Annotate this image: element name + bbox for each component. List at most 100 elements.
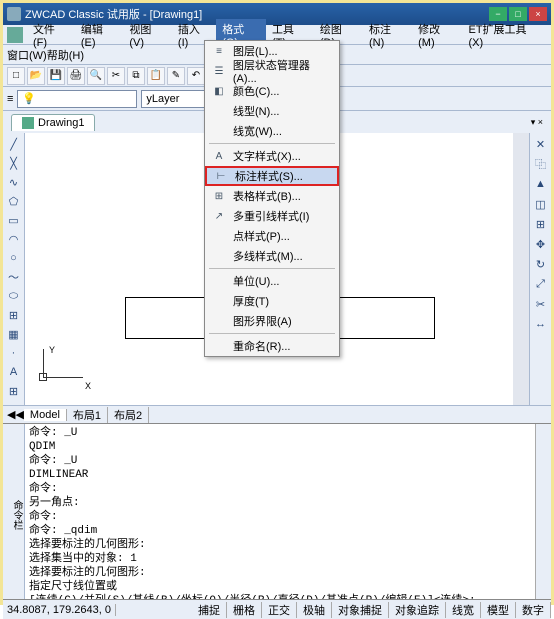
- status-buttons: 捕捉栅格正交极轴对象捕捉对象追踪线宽模型数字: [192, 602, 551, 618]
- x-label: X: [85, 381, 91, 391]
- ucs-x-axis: [43, 377, 83, 378]
- preview-icon[interactable]: 🔍: [87, 67, 105, 85]
- dropdown-label: 图层状态管理器(A)...: [233, 57, 333, 85]
- hatch-icon[interactable]: ▦: [5, 325, 23, 343]
- tab-nav-left[interactable]: ◀◀: [7, 408, 24, 421]
- scale-icon[interactable]: ⤢: [532, 275, 550, 293]
- dropdown-label: 点样式(P)...: [233, 228, 290, 244]
- model-layout-tabs: ◀◀ Model 布局1 布局2: [3, 405, 551, 423]
- copy-obj-icon[interactable]: ⿻: [532, 155, 550, 173]
- save-icon[interactable]: 💾: [47, 67, 65, 85]
- tab-layout2[interactable]: 布局2: [108, 407, 149, 423]
- laystate-icon: ☰: [211, 63, 227, 79]
- blank-icon: [211, 103, 227, 119]
- cmd-scrollbar[interactable]: [535, 424, 551, 599]
- menu-dropdown-item[interactable]: 图形界限(A): [205, 311, 339, 331]
- text-icon[interactable]: A: [5, 363, 23, 381]
- menu-dropdown-item[interactable]: 单位(U)...: [205, 271, 339, 291]
- dropdown-label: 表格样式(B)...: [233, 188, 301, 204]
- cut-icon[interactable]: ✂: [107, 67, 125, 85]
- menu-dropdown-item[interactable]: ↗多重引线样式(I): [205, 206, 339, 226]
- blank-icon: [211, 273, 227, 289]
- layer-mgr-icon[interactable]: ≡: [7, 93, 13, 105]
- dropdown-label: 单位(U)...: [233, 273, 279, 289]
- status-toggle[interactable]: 对象追踪: [389, 602, 446, 618]
- command-history[interactable]: 命令: _U QDIM 命令: _U DIMLINEAR 命令: 另一角点: 命…: [25, 424, 535, 599]
- menu-dropdown-item[interactable]: 厚度(T): [205, 291, 339, 311]
- dropdown-label: 文字样式(X)...: [233, 148, 301, 164]
- draw-toolbar: ╱ ╳ ∿ ⬠ ▭ ◠ ○ 〜 ⬭ ⊞ ▦ · A ⊞: [3, 133, 25, 405]
- status-toggle[interactable]: 线宽: [446, 602, 481, 618]
- paste-icon[interactable]: 📋: [147, 67, 165, 85]
- tab-model[interactable]: Model: [24, 409, 67, 421]
- polygon-icon[interactable]: ⬠: [5, 192, 23, 210]
- rotate-icon[interactable]: ↻: [532, 255, 550, 273]
- command-side-label: 命令栏: [3, 424, 25, 599]
- menu-item[interactable]: ET扩展工具(X): [463, 19, 547, 51]
- move-icon[interactable]: ✥: [532, 235, 550, 253]
- menu-dropdown-item[interactable]: 多线样式(M)...: [205, 246, 339, 266]
- menu-dropdown-item[interactable]: ☰图层状态管理器(A)...: [205, 61, 339, 81]
- trim-icon[interactable]: ✂: [532, 295, 550, 313]
- line-icon[interactable]: ╱: [5, 135, 23, 153]
- status-toggle[interactable]: 正交: [262, 602, 297, 618]
- vertical-scrollbar[interactable]: [513, 133, 529, 405]
- menu-item[interactable]: 标注(N): [363, 19, 412, 51]
- doc-tab[interactable]: Drawing1: [11, 114, 95, 131]
- blank-icon: [211, 293, 227, 309]
- dropdown-label: 图形界限(A): [233, 313, 292, 329]
- doc-tab-label: Drawing1: [38, 117, 84, 129]
- y-label: Y: [49, 345, 55, 355]
- match-icon[interactable]: ✎: [167, 67, 185, 85]
- app-menu-icon[interactable]: [7, 27, 23, 43]
- array-icon[interactable]: ⊞: [532, 215, 550, 233]
- offset-icon[interactable]: ◫: [532, 195, 550, 213]
- modify-toolbar: ✕ ⿻ ▲ ◫ ⊞ ✥ ↻ ⤢ ✂ ↔: [529, 133, 551, 405]
- extend-icon[interactable]: ↔: [532, 315, 550, 333]
- menu-item[interactable]: 窗口(W): [7, 47, 47, 63]
- menu-item[interactable]: 视图(V): [123, 19, 172, 51]
- ellipse-icon[interactable]: ⬭: [5, 287, 23, 305]
- menu-dropdown-item[interactable]: 重命名(R)...: [205, 336, 339, 356]
- tab-layout1[interactable]: 布局1: [67, 407, 108, 423]
- menu-item[interactable]: 帮助(H): [47, 47, 84, 63]
- mirror-icon[interactable]: ▲: [532, 175, 550, 193]
- copy-icon[interactable]: ⧉: [127, 67, 145, 85]
- status-toggle[interactable]: 数字: [516, 602, 551, 618]
- pline-icon[interactable]: ∿: [5, 173, 23, 191]
- table-icon: ⊞: [211, 188, 227, 204]
- tab-nav[interactable]: ▾ ×: [531, 117, 543, 128]
- coordinates: 34.8087, 179.2643, 0: [3, 604, 116, 616]
- status-bar: 34.8087, 179.2643, 0 捕捉栅格正交极轴对象捕捉对象追踪线宽模…: [3, 599, 551, 619]
- linetype-value: yLayer: [146, 93, 179, 105]
- status-toggle[interactable]: 模型: [481, 602, 516, 618]
- xline-icon[interactable]: ╳: [5, 154, 23, 172]
- menu-dropdown-item[interactable]: A文字样式(X)...: [205, 146, 339, 166]
- menu-dropdown-item[interactable]: 线宽(W)...: [205, 121, 339, 141]
- status-toggle[interactable]: 捕捉: [192, 602, 227, 618]
- rect-icon[interactable]: ▭: [5, 211, 23, 229]
- new-icon[interactable]: □: [7, 67, 25, 85]
- dropdown-label: 厚度(T): [233, 293, 269, 309]
- color-icon: ◧: [211, 83, 227, 99]
- undo-icon[interactable]: ↶: [187, 67, 205, 85]
- table-icon[interactable]: ⊞: [5, 382, 23, 400]
- status-toggle[interactable]: 栅格: [227, 602, 262, 618]
- menu-dropdown-item[interactable]: ⊢标注样式(S)...: [205, 166, 339, 186]
- erase-icon[interactable]: ✕: [532, 135, 550, 153]
- menu-dropdown-item[interactable]: 线型(N)...: [205, 101, 339, 121]
- status-toggle[interactable]: 对象捕捉: [332, 602, 389, 618]
- point-icon[interactable]: ·: [5, 344, 23, 362]
- circle-icon[interactable]: ○: [5, 249, 23, 267]
- open-icon[interactable]: 📂: [27, 67, 45, 85]
- dropdown-label: 标注样式(S)...: [235, 168, 303, 184]
- layer-combo[interactable]: 💡: [17, 90, 137, 108]
- menu-item[interactable]: 修改(M): [412, 19, 462, 51]
- insert-icon[interactable]: ⊞: [5, 306, 23, 324]
- menu-dropdown-item[interactable]: 点样式(P)...: [205, 226, 339, 246]
- spline-icon[interactable]: 〜: [5, 268, 23, 286]
- status-toggle[interactable]: 极轴: [297, 602, 332, 618]
- print-icon[interactable]: 🖨: [67, 67, 85, 85]
- arc-icon[interactable]: ◠: [5, 230, 23, 248]
- menu-dropdown-item[interactable]: ⊞ 表格样式(B)...: [205, 186, 339, 206]
